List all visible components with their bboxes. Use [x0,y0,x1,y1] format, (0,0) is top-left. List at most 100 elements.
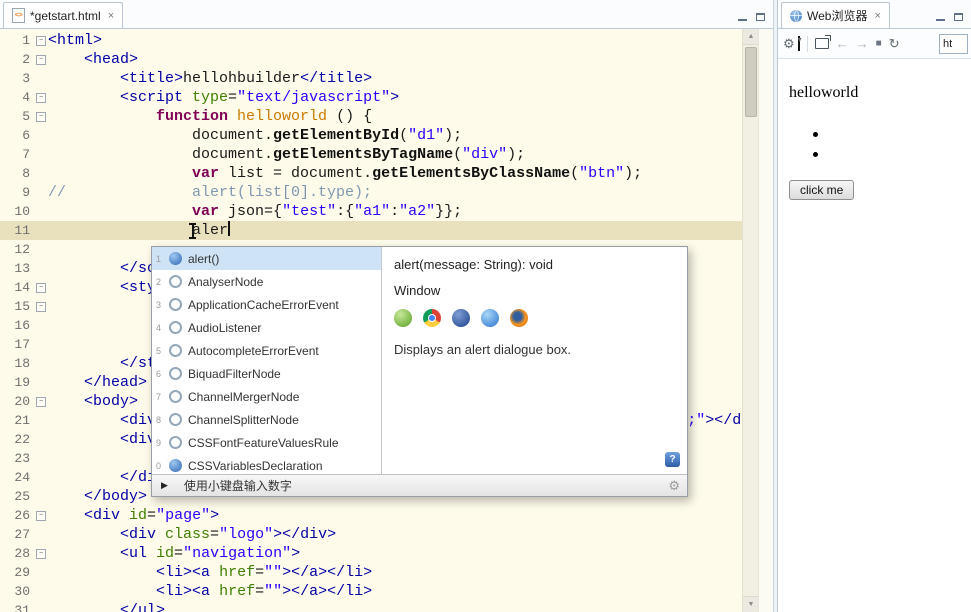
collapse-icon[interactable]: − [36,55,46,65]
gear-icon[interactable]: ⚙ [668,478,680,494]
assist-item-label: AudioListener [188,321,261,335]
external-browser-icon[interactable] [815,38,829,49]
code-line[interactable]: 10 var json={"test":{"a1":"a2"}}; [0,202,773,221]
collapse-icon[interactable]: − [36,549,46,559]
minimize-button[interactable] [936,8,945,26]
maximize-button[interactable] [954,8,963,26]
text-caret [228,221,230,236]
assist-item[interactable]: 4AudioListener [152,316,381,339]
browser-toolbar: ⚙ ▾ ← → ■ ↻ ht [778,29,971,59]
line-number: 14 [0,278,30,297]
code-line[interactable]: 3 <title>hellohbuilder</title> [0,69,773,88]
assist-item-number: 0 [156,461,167,471]
code-line[interactable]: 5− function helloworld () { [0,107,773,126]
code-line[interactable]: 29 <li><a href=""></a></li> [0,563,773,582]
editor-tabbar: <> *getstart.html × [0,0,773,29]
collapse-icon[interactable]: − [36,112,46,122]
html-file-icon: <> [12,8,25,23]
fold-gutter [30,240,48,259]
help-icon[interactable]: ? [665,452,680,467]
code-line[interactable]: 2− <head> [0,50,773,69]
line-number: 25 [0,487,30,506]
bullet-icon [813,132,818,137]
collapse-icon[interactable]: − [36,511,46,521]
assist-item[interactable]: 9CSSFontFeatureValuesRule [152,431,381,454]
gear-icon[interactable]: ⚙ [783,37,795,50]
back-icon[interactable]: ← [836,37,849,50]
click-me-button[interactable]: click me [789,180,854,200]
line-number: 2 [0,50,30,69]
collapse-icon[interactable]: − [36,302,46,312]
code-line[interactable]: 31 </ul> [0,601,773,612]
scroll-up-icon[interactable]: ▲ [743,29,759,45]
assist-item-label: AnalyserNode [188,275,263,289]
fold-marker-icon[interactable]: − [30,506,48,525]
assist-item[interactable]: 5AutocompleteErrorEvent [152,339,381,362]
fold-marker-icon[interactable]: − [30,107,48,126]
code-line[interactable]: 4− <script type="text/javascript"> [0,88,773,107]
assist-item[interactable]: 8ChannelSplitterNode [152,408,381,431]
collapse-icon[interactable]: − [36,93,46,103]
line-number: 12 [0,240,30,259]
minimize-button[interactable] [738,8,747,26]
code-line[interactable]: 30 <li><a href=""></a></li> [0,582,773,601]
fold-marker-icon[interactable]: − [30,544,48,563]
code-line[interactable]: 28− <ul id="navigation"> [0,544,773,563]
code-line[interactable]: 6 document.getElementById("d1"); [0,126,773,145]
url-input[interactable]: ht [939,34,968,54]
assist-item[interactable]: 2AnalyserNode [152,270,381,293]
assist-item[interactable]: 6BiquadFilterNode [152,362,381,385]
editor-scrollbar[interactable]: ▲ ▼ [742,29,759,612]
line-number: 21 [0,411,30,430]
line-number: 23 [0,449,30,468]
chevron-down-icon[interactable]: ▾ [798,36,800,51]
close-icon[interactable]: × [874,10,880,22]
scrollbar-thumb[interactable] [745,47,757,117]
code-line[interactable]: 27 <div class="logo"></div> [0,525,773,544]
collapse-icon[interactable]: − [36,36,46,46]
assist-item-number: 6 [156,369,167,379]
globe-icon [790,10,802,22]
collapse-icon[interactable]: − [36,397,46,407]
maximize-icon [756,13,765,21]
code-line[interactable]: 1−<html> [0,31,773,50]
fold-marker-icon[interactable]: − [30,88,48,107]
class-icon [169,436,182,449]
scroll-down-icon[interactable]: ▼ [743,596,759,612]
code-line[interactable]: 9// alert(list[0].type); [0,183,773,202]
class-icon [169,275,182,288]
class-icon [169,390,182,403]
refresh-icon[interactable]: ↻ [889,37,900,50]
fold-marker-icon[interactable]: − [30,31,48,50]
chrome-icon [423,309,441,327]
line-number: 9 [0,183,30,202]
collapse-icon[interactable]: − [36,283,46,293]
editor-tab-getstart[interactable]: <> *getstart.html × [3,2,123,28]
line-number: 26 [0,506,30,525]
fold-marker-icon[interactable]: − [30,50,48,69]
assist-item[interactable]: 7ChannelMergerNode [152,385,381,408]
fold-marker-icon[interactable]: − [30,392,48,411]
assist-item[interactable]: 0CSSVariablesDeclaration [152,454,381,474]
browser-tab[interactable]: Web浏览器 × [781,2,890,28]
stop-icon[interactable]: ■ [876,39,882,49]
assist-item[interactable]: 3ApplicationCacheErrorEvent [152,293,381,316]
maximize-button[interactable] [756,8,765,26]
line-number: 29 [0,563,30,582]
assist-statusbar: ▶ 使用小键盘输入数字 ⚙ [152,474,687,496]
function-icon [169,459,182,472]
code-line[interactable]: 26− <div id="page"> [0,506,773,525]
ie-icon [452,309,470,327]
code-line[interactable]: 7 document.getElementsByTagName("div"); [0,145,773,164]
close-icon[interactable]: × [108,10,114,22]
fold-marker-icon[interactable]: − [30,297,48,316]
fold-marker-icon[interactable]: − [30,278,48,297]
code-line[interactable]: 11 aler [0,221,773,240]
text-cursor-icon [188,223,197,239]
code-line[interactable]: 8 var list = document.getElementsByClass… [0,164,773,183]
assist-item[interactable]: 1alert() [152,247,381,270]
fold-gutter [30,468,48,487]
list-item [789,144,961,164]
forward-icon[interactable]: → [856,37,869,50]
line-number: 22 [0,430,30,449]
